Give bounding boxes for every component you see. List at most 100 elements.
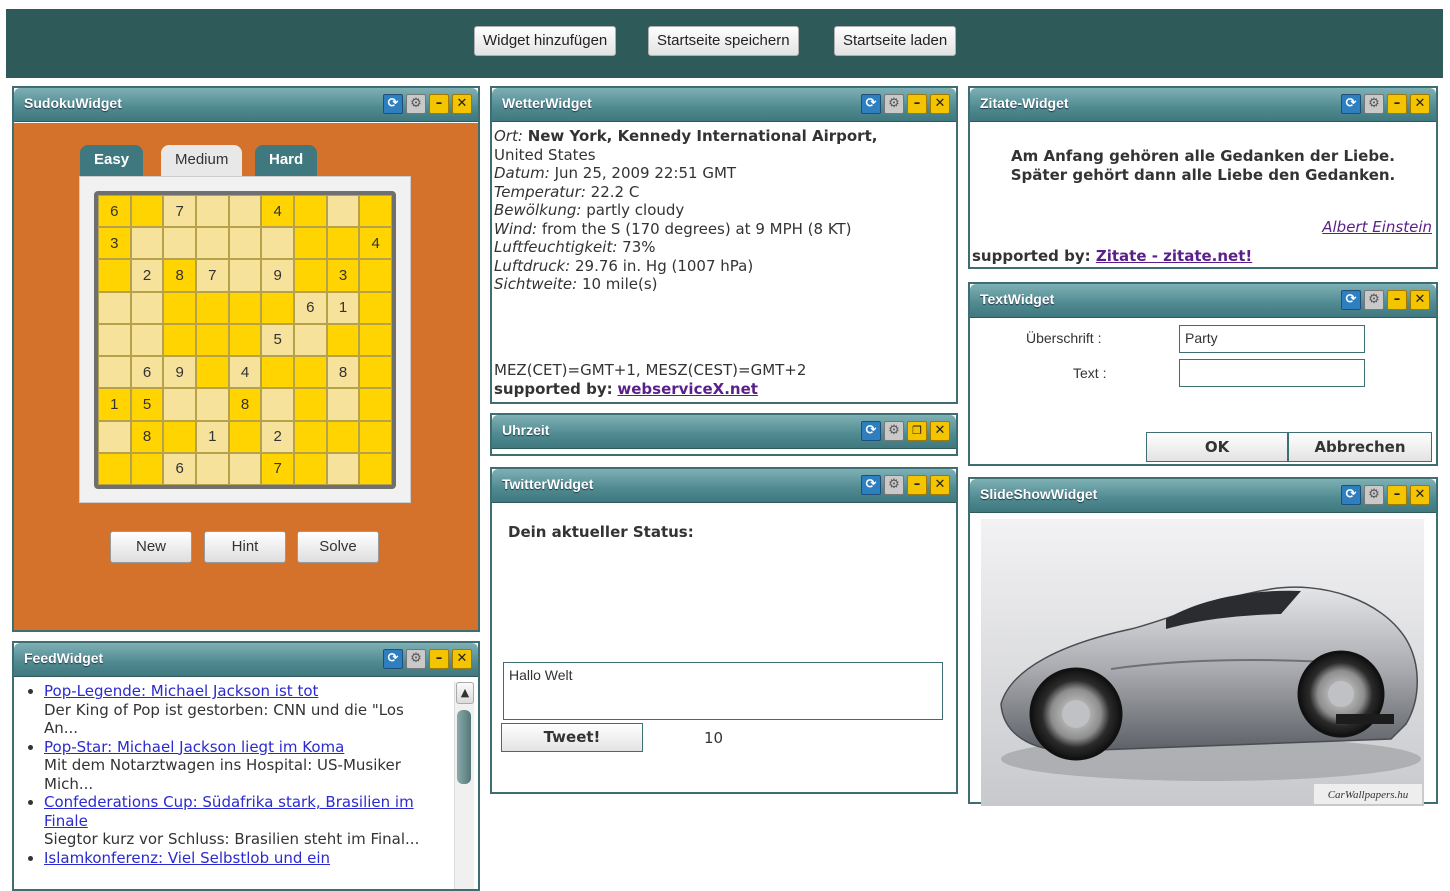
sudoku-cell[interactable] <box>359 452 392 485</box>
slideshow-image[interactable]: CarWallpapers.hu <box>981 519 1424 806</box>
sudoku-cell[interactable]: 5 <box>130 388 164 421</box>
hint-button[interactable]: Hint <box>204 531 286 563</box>
sudoku-cell[interactable]: 8 <box>163 259 196 292</box>
sudoku-cell[interactable] <box>294 227 327 260</box>
gear-icon[interactable]: ⚙ <box>406 94 426 114</box>
gear-icon[interactable]: ⚙ <box>884 421 904 441</box>
sudoku-cell[interactable] <box>294 259 327 292</box>
sudoku-cell[interactable] <box>98 291 131 324</box>
close-icon[interactable]: ✕ <box>1410 290 1430 310</box>
zitate-link[interactable]: Zitate - zitate.net! <box>1096 247 1252 265</box>
sudoku-cell[interactable]: 1 <box>98 388 131 421</box>
quote-author-link[interactable]: Albert Einstein <box>1322 218 1432 236</box>
refresh-icon[interactable]: ⟳ <box>861 94 881 114</box>
sudoku-cell[interactable] <box>228 195 262 228</box>
sudoku-cell[interactable] <box>98 452 131 485</box>
close-icon[interactable]: ✕ <box>930 94 950 114</box>
sudoku-cell[interactable] <box>359 259 392 292</box>
new-game-button[interactable]: New <box>110 531 192 563</box>
sudoku-cell[interactable] <box>261 388 294 421</box>
solve-button[interactable]: Solve <box>297 531 379 563</box>
sudoku-cell[interactable] <box>98 420 131 453</box>
sudoku-cell[interactable] <box>130 291 164 324</box>
sudoku-cell[interactable] <box>130 227 164 260</box>
feed-link[interactable]: Pop-Legende: Michael Jackson ist tot <box>44 682 318 700</box>
sudoku-cell[interactable] <box>163 227 196 260</box>
minimize-icon[interactable]: – <box>907 475 927 495</box>
sudoku-cell[interactable] <box>294 420 327 453</box>
sudoku-cell[interactable] <box>359 195 392 228</box>
sudoku-cell[interactable] <box>196 388 229 421</box>
status-input[interactable]: Hallo Welt <box>503 662 943 720</box>
sudoku-cell[interactable] <box>359 356 392 389</box>
minimize-icon[interactable]: – <box>429 649 449 669</box>
sudoku-cell[interactable] <box>196 227 229 260</box>
sudoku-cell[interactable] <box>98 259 131 292</box>
close-icon[interactable]: ✕ <box>1410 94 1430 114</box>
sudoku-cell[interactable] <box>359 420 392 453</box>
sudoku-cell[interactable]: 8 <box>326 356 360 389</box>
sudoku-cell[interactable] <box>228 291 262 324</box>
sudoku-cell[interactable] <box>294 323 327 357</box>
sudoku-cell[interactable] <box>294 388 327 421</box>
sudoku-cell[interactable] <box>130 452 164 485</box>
sudoku-cell[interactable]: 6 <box>130 356 164 389</box>
sudoku-cell[interactable]: 6 <box>294 291 327 324</box>
feed-link[interactable]: Pop-Star: Michael Jackson liegt im Koma <box>44 738 344 756</box>
tab-easy[interactable]: Easy <box>80 145 144 176</box>
sudoku-cell[interactable]: 9 <box>261 259 294 292</box>
sudoku-cell[interactable] <box>196 323 229 357</box>
scroll-thumb[interactable] <box>457 710 471 784</box>
minimize-icon[interactable]: – <box>907 94 927 114</box>
sudoku-cell[interactable] <box>294 452 327 485</box>
refresh-icon[interactable]: ⟳ <box>861 421 881 441</box>
sudoku-cell[interactable] <box>196 291 229 324</box>
gear-icon[interactable]: ⚙ <box>406 649 426 669</box>
sudoku-cell[interactable] <box>228 227 262 260</box>
sudoku-cell[interactable]: 9 <box>163 356 196 389</box>
sudoku-cell[interactable] <box>359 291 392 324</box>
sudoku-cell[interactable] <box>163 291 196 324</box>
sudoku-cell[interactable] <box>359 388 392 421</box>
sudoku-cell[interactable] <box>98 356 131 389</box>
sudoku-cell[interactable]: 1 <box>196 420 229 453</box>
sudoku-cell[interactable] <box>163 388 196 421</box>
sudoku-cell[interactable]: 6 <box>163 452 196 485</box>
save-homepage-button[interactable]: Startseite speichern <box>648 26 799 56</box>
sudoku-cell[interactable] <box>196 356 229 389</box>
sudoku-cell[interactable]: 2 <box>130 259 164 292</box>
sudoku-cell[interactable] <box>326 323 360 357</box>
sudoku-cell[interactable] <box>261 356 294 389</box>
refresh-icon[interactable]: ⟳ <box>1341 290 1361 310</box>
sudoku-cell[interactable] <box>196 195 229 228</box>
refresh-icon[interactable]: ⟳ <box>1341 94 1361 114</box>
close-icon[interactable]: ✕ <box>1410 485 1430 505</box>
sudoku-cell[interactable] <box>163 323 196 357</box>
sudoku-cell[interactable] <box>261 291 294 324</box>
sudoku-cell[interactable] <box>130 323 164 357</box>
sudoku-cell[interactable]: 5 <box>261 323 294 357</box>
sudoku-cell[interactable] <box>228 259 262 292</box>
gear-icon[interactable]: ⚙ <box>1364 290 1384 310</box>
gear-icon[interactable]: ⚙ <box>884 475 904 495</box>
minimize-icon[interactable]: – <box>1387 485 1407 505</box>
sudoku-cell[interactable]: 6 <box>98 195 131 228</box>
cancel-button[interactable]: Abbrechen <box>1288 432 1432 462</box>
load-homepage-button[interactable]: Startseite laden <box>834 26 957 56</box>
ok-button[interactable]: OK <box>1146 432 1288 462</box>
add-widget-button[interactable]: Widget hinzufügen <box>474 26 617 56</box>
close-icon[interactable]: ✕ <box>452 649 472 669</box>
sudoku-cell[interactable]: 2 <box>261 420 294 453</box>
sudoku-cell[interactable] <box>98 323 131 357</box>
feed-link[interactable]: Confederations Cup: Südafrika stark, Bra… <box>44 793 414 830</box>
sudoku-cell[interactable] <box>326 420 360 453</box>
minimize-icon[interactable]: – <box>1387 94 1407 114</box>
sudoku-cell[interactable] <box>326 195 360 228</box>
sudoku-cell[interactable] <box>228 323 262 357</box>
sudoku-cell[interactable]: 1 <box>326 291 360 324</box>
feed-link[interactable]: Islamkonferenz: Viel Selbstlob und ein <box>44 849 330 867</box>
sudoku-cell[interactable]: 4 <box>261 195 294 228</box>
webservicex-link[interactable]: webserviceX.net <box>617 380 758 398</box>
sudoku-cell[interactable] <box>294 356 327 389</box>
sudoku-cell[interactable] <box>326 227 360 260</box>
